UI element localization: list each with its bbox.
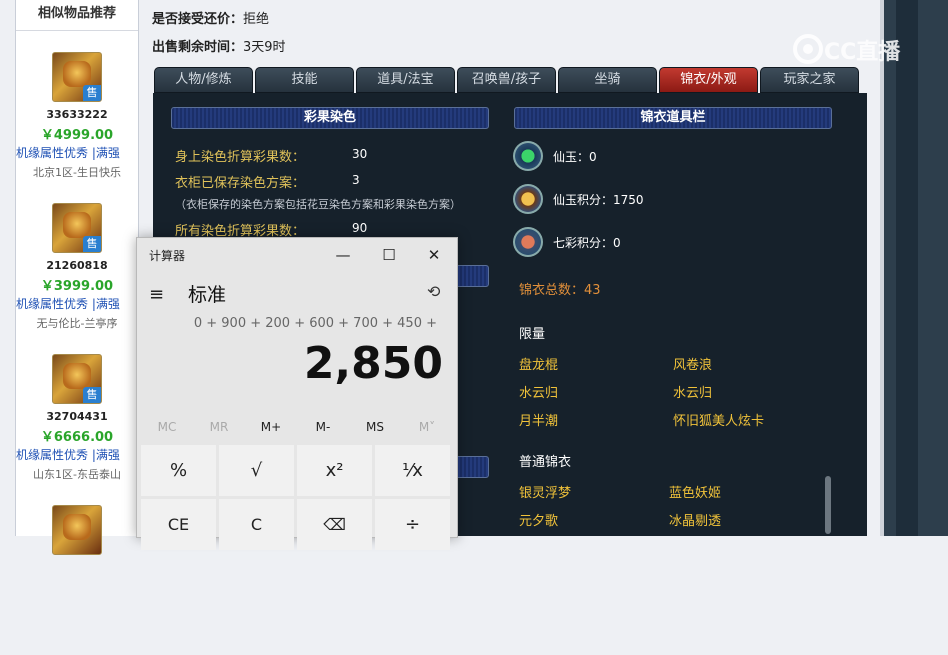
calculator-display: 2,850 [303, 338, 443, 389]
outfit-bag-header: 锦衣道具栏 [514, 107, 832, 129]
menu-icon[interactable]: ≡ [149, 284, 164, 305]
bargain-value: 拒绝 [243, 12, 270, 27]
calculator-title: 计算器 [149, 249, 186, 263]
history-icon[interactable]: ⟲ [427, 282, 440, 301]
maximize-button[interactable]: ☐ [369, 242, 409, 268]
percent-button[interactable]: % [141, 445, 216, 496]
dye-row-label: 身上染色折算彩果数： [175, 150, 306, 165]
rainbow-points-label: 七彩积分：0 [553, 236, 621, 250]
outfit-item[interactable]: 怀旧狐美人炫卡 [673, 410, 764, 429]
backspace-button[interactable]: ⌫ [297, 499, 372, 550]
dye-section-header: 彩果染色 [171, 107, 489, 129]
similar-items-sidebar: 相似物品推荐 售 33633222 ￥4999.00 机缘属性优秀 |满强 北京… [15, 0, 139, 555]
calculator-expression: 0 + 900 + 200 + 600 + 700 + 450 + [193, 316, 437, 331]
memory-recall-button[interactable]: MR [193, 420, 245, 434]
normal-section-title: 普通锦衣 [519, 455, 572, 470]
item-price: ￥4999.00 [40, 128, 114, 143]
item-description-link[interactable]: 机缘属性优秀 |满强 [16, 295, 138, 312]
square-button[interactable]: x² [297, 445, 372, 496]
jade-points-label: 仙玉积分：1750 [553, 193, 644, 207]
rainbow-points-icon [513, 227, 543, 257]
tab-character[interactable]: 人物/修炼 [154, 67, 253, 93]
jade-icon [513, 141, 543, 171]
dye-row-label: 衣柜已保存染色方案： [175, 176, 306, 191]
item-thumbnail[interactable] [52, 505, 102, 555]
outfit-item[interactable]: 月半潮 [519, 410, 558, 429]
similar-item-card[interactable]: 售 33633222 ￥4999.00 机缘属性优秀 |满强 北京1区-生日快乐 [16, 52, 138, 202]
dye-note: （衣柜保存的染色方案包括花豆染色方案和彩果染色方案） [175, 198, 461, 211]
time-row: 出售剩余时间：3天9时 [152, 36, 286, 55]
memory-clear-button[interactable]: MC [141, 420, 193, 434]
panel-scrollbar[interactable] [825, 476, 831, 534]
outfit-item[interactable]: 水云归 [673, 382, 712, 401]
minimize-button[interactable]: — [323, 242, 363, 268]
bargain-row: 是否接受还价：拒绝 [152, 8, 269, 27]
close-button[interactable]: ✕ [414, 242, 454, 268]
item-server: 无与伦比-兰亭序 [36, 317, 118, 330]
item-thumbnail[interactable]: 售 [52, 203, 102, 253]
item-price: ￥6666.00 [40, 430, 114, 445]
item-price: ￥3999.00 [40, 279, 114, 294]
outfit-item[interactable]: 银灵浮梦 [519, 482, 571, 501]
right-scroll-panel [884, 0, 948, 536]
time-value: 3天9时 [243, 40, 286, 55]
item-server: 山东1区-东岳泰山 [33, 468, 121, 481]
outfit-item[interactable]: 蓝色妖姬 [669, 482, 721, 501]
sale-badge: 售 [83, 85, 101, 101]
item-description-link[interactable]: 机缘属性优秀 |满强 [16, 144, 138, 161]
clear-button[interactable]: C [219, 499, 294, 550]
sale-badge: 售 [83, 387, 101, 403]
memory-list-button[interactable]: M˅ [401, 420, 453, 434]
item-server: 北京1区-生日快乐 [33, 166, 121, 179]
item-description-link[interactable]: 机缘属性优秀 |满强 [16, 446, 138, 463]
item-thumbnail[interactable]: 售 [52, 52, 102, 102]
tab-mounts[interactable]: 坐骑 [558, 67, 657, 93]
outfit-item[interactable]: 元夕歌 [519, 510, 558, 529]
jade-label: 仙玉：0 [553, 150, 597, 164]
time-label: 出售剩余时间： [152, 40, 244, 55]
memory-subtract-button[interactable]: M- [297, 420, 349, 434]
outfit-item[interactable]: 冰晶剔透 [669, 510, 721, 529]
divide-button[interactable]: ÷ [375, 499, 450, 550]
similar-item-card[interactable] [16, 505, 138, 655]
dye-row-value: 3 [352, 173, 360, 187]
tab-summons[interactable]: 召唤兽/孩子 [457, 67, 556, 93]
item-id: 32704431 [46, 410, 108, 423]
sale-badge: 售 [83, 236, 101, 252]
tab-home[interactable]: 玩家之家 [760, 67, 859, 93]
dye-row-value: 30 [352, 147, 368, 161]
sqrt-button[interactable]: √ [219, 445, 294, 496]
outfit-item[interactable]: 盘龙棍 [519, 354, 558, 373]
calculator-window[interactable]: 计算器 — ☐ ✕ ≡ 标准 ⟲ 0 + 900 + 200 + 600 + 7… [136, 237, 458, 550]
bargain-label: 是否接受还价： [152, 12, 244, 27]
dye-row-value: 90 [352, 221, 368, 235]
reciprocal-button[interactable]: ¹⁄x [375, 445, 450, 496]
similar-item-card[interactable]: 售 32704431 ￥6666.00 机缘属性优秀 |满强 山东1区-东岳泰山 [16, 354, 138, 504]
item-id: 21260818 [46, 259, 108, 272]
sidebar-title: 相似物品推荐 [16, 0, 138, 31]
outfit-item[interactable]: 风卷浪 [673, 354, 712, 373]
jade-points-icon [513, 184, 543, 214]
tab-items[interactable]: 道具/法宝 [356, 67, 455, 93]
watermark-text: CC直播 [824, 40, 901, 65]
tab-skills[interactable]: 技能 [255, 67, 354, 93]
item-id: 33633222 [46, 108, 108, 121]
similar-item-card[interactable]: 售 21260818 ￥3999.00 机缘属性优秀 |满强 无与伦比-兰亭序 [16, 203, 138, 353]
calculator-mode: 标准 [188, 284, 227, 306]
memory-add-button[interactable]: M+ [245, 420, 297, 434]
clear-entry-button[interactable]: CE [141, 499, 216, 550]
memory-store-button[interactable]: MS [349, 420, 401, 434]
outfit-total: 锦衣总数：43 [519, 283, 601, 298]
limited-section-title: 限量 [519, 327, 546, 342]
outfit-item[interactable]: 水云归 [519, 382, 558, 401]
tab-outfits[interactable]: 锦衣/外观 [659, 67, 758, 93]
item-thumbnail[interactable]: 售 [52, 354, 102, 404]
